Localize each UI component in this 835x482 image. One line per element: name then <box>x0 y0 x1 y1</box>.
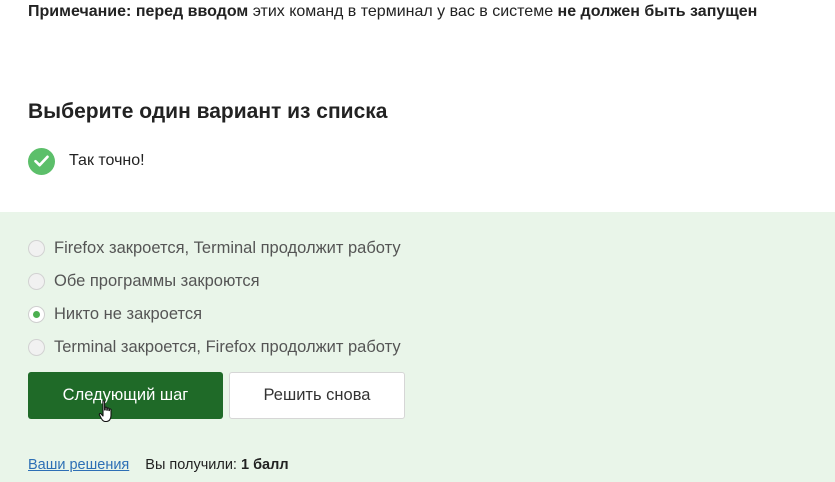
option-label: Обе программы закроются <box>54 272 260 290</box>
feedback-correct: Так точно! <box>28 147 145 175</box>
option-label: Terminal закроется, Firefox продолжит ра… <box>54 338 401 356</box>
option-firefox-closes[interactable]: Firefox закроется, Terminal продолжит ра… <box>28 232 401 265</box>
option-terminal-closes[interactable]: Terminal закроется, Firefox продолжит ра… <box>28 331 401 364</box>
footer-row: Ваши решения Вы получили: 1 балл <box>28 457 289 473</box>
radio-button-selected[interactable] <box>28 306 45 323</box>
option-both-close[interactable]: Обе программы закроются <box>28 265 401 298</box>
note-bold-must-not-run: не должен быть запущен <box>557 3 758 20</box>
radio-button[interactable] <box>28 339 45 356</box>
radio-button[interactable] <box>28 273 45 290</box>
score-text: Вы получили: 1 балл <box>145 457 288 473</box>
feedback-text: Так точно! <box>69 152 145 169</box>
your-solutions-link[interactable]: Ваши решения <box>28 457 129 473</box>
option-label: Никто не закроется <box>54 305 203 323</box>
score-value: 1 балл <box>241 457 289 473</box>
answer-panel: Firefox закроется, Terminal продолжит ра… <box>0 212 835 482</box>
question-title: Выберите один вариант из списка <box>28 100 388 123</box>
score-prefix: Вы получили: <box>145 457 237 473</box>
note-text: Примечание: перед вводом этих команд в т… <box>28 2 757 22</box>
note-bold-before-input: перед вводом <box>135 3 249 20</box>
options-list: Firefox закроется, Terminal продолжит ра… <box>28 232 401 364</box>
radio-button[interactable] <box>28 240 45 257</box>
option-label: Firefox закроется, Terminal продолжит ра… <box>54 239 401 257</box>
check-circle-icon <box>28 147 55 175</box>
note-body: этих команд в терминал у вас в системе <box>252 3 554 20</box>
next-step-button[interactable]: Следующий шаг <box>28 372 223 419</box>
option-none-closes[interactable]: Никто не закроется <box>28 298 401 331</box>
retry-button[interactable]: Решить снова <box>229 372 405 419</box>
note-label: Примечание: <box>28 3 132 20</box>
